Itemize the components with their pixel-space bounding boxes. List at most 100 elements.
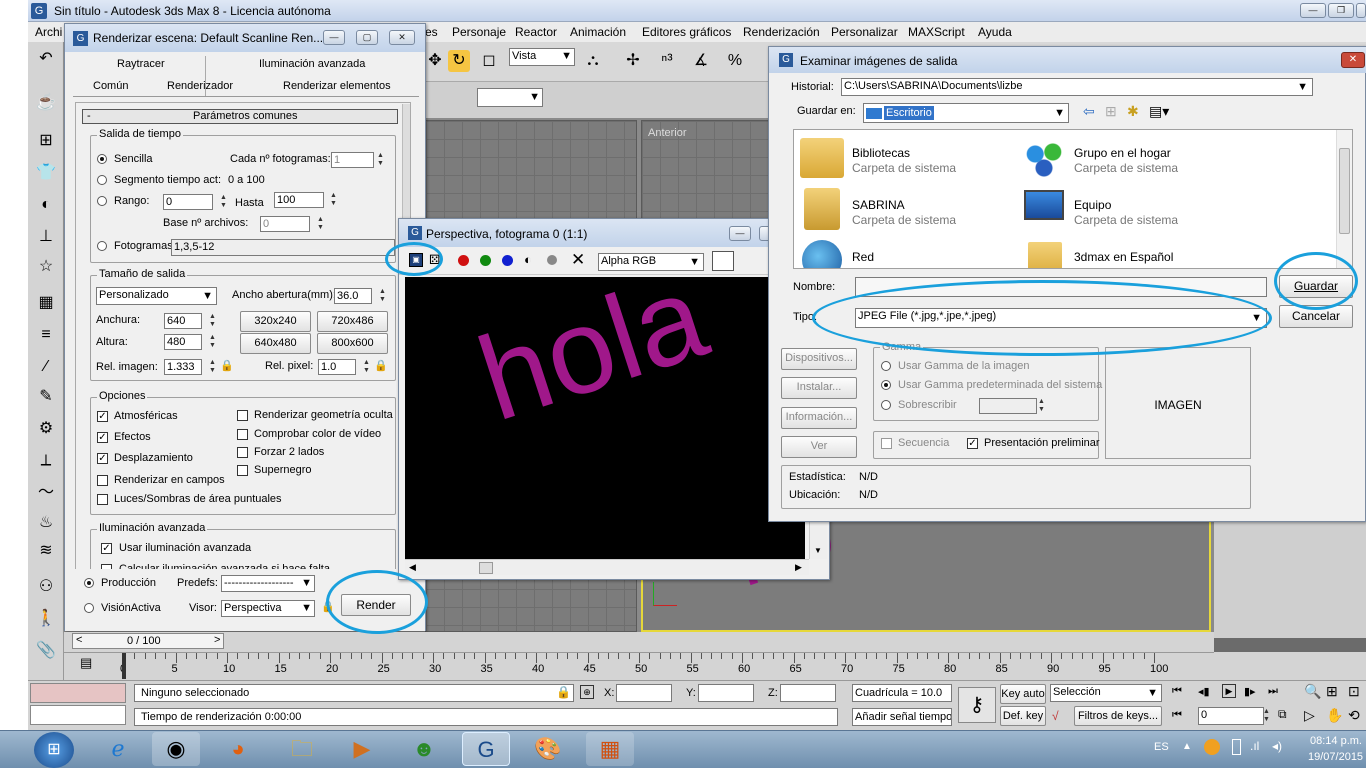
menu-renderizacion[interactable]: Renderización xyxy=(743,25,820,39)
shirt-icon[interactable]: 👕 xyxy=(35,162,57,184)
show-hidden-icons[interactable]: ▲ xyxy=(1182,741,1192,752)
aperture-field[interactable]: 36.0 xyxy=(334,288,372,304)
tripod-icon[interactable]: ⟂ xyxy=(35,450,57,472)
rango-to-field[interactable]: 100 xyxy=(274,192,324,208)
app-minimize-button[interactable]: — xyxy=(1300,3,1326,18)
bone-icon[interactable]: ∕ xyxy=(35,356,57,378)
image-ratio-spinner[interactable]: ▲ ▼ xyxy=(208,359,217,375)
key-auto-button[interactable]: Key auto xyxy=(1000,684,1046,704)
render-dialog-close-button[interactable]: ✕ xyxy=(389,30,415,45)
time-slider[interactable]: < 0 / 100 > xyxy=(72,633,224,649)
blue-channel-icon[interactable] xyxy=(502,255,513,266)
pixel-lock-icon[interactable]: 🔒 xyxy=(374,359,388,372)
checkbox-presentacion[interactable]: ✓ xyxy=(967,438,978,449)
checkbox-campos[interactable] xyxy=(97,475,108,486)
biped-icon[interactable]: ⚇ xyxy=(35,576,57,598)
battery-icon[interactable] xyxy=(1232,739,1241,755)
list-item[interactable]: Grupo en el hogar Carpeta de sistema xyxy=(1020,136,1280,182)
width-field[interactable]: 640 xyxy=(164,313,202,329)
z-field[interactable] xyxy=(780,684,836,702)
up-folder-icon[interactable]: ⊞ xyxy=(1105,103,1117,120)
add-time-tag[interactable]: Añadir señal tiempo xyxy=(852,708,952,726)
tray-app-icon[interactable] xyxy=(1204,739,1220,755)
3dsmax-task-icon[interactable]: G xyxy=(462,732,510,766)
view-menu-icon[interactable]: ▤▾ xyxy=(1149,103,1169,120)
radio-rango[interactable] xyxy=(97,196,107,206)
predefs-select[interactable]: ------------------- ▼ xyxy=(221,575,315,592)
menu-reactor[interactable]: Reactor xyxy=(515,25,557,39)
height-spinner[interactable]: ▲ ▼ xyxy=(208,334,217,350)
transform-mode-icon[interactable]: ⊕ xyxy=(580,685,594,699)
file-list-scroll-thumb[interactable] xyxy=(1339,148,1350,234)
aperture-spinner[interactable]: ▲ ▼ xyxy=(378,288,387,304)
back-icon[interactable]: ⇦ xyxy=(1083,103,1095,120)
radio-visionactiva[interactable] xyxy=(84,603,94,613)
current-frame-field[interactable]: 0 xyxy=(1198,707,1264,725)
maxscript-listener-pink[interactable] xyxy=(30,683,126,703)
checkbox-desplazamiento[interactable]: ✓ xyxy=(97,453,108,464)
informacion-button[interactable]: Información... xyxy=(781,407,857,429)
cada-spinner[interactable]: ▲ ▼ xyxy=(376,152,385,168)
tab-comun[interactable]: Común xyxy=(93,80,128,92)
menu-editores-graficos[interactable]: Editores gráficos xyxy=(642,25,731,39)
maxscript-listener-white[interactable] xyxy=(30,705,126,725)
percent-snap-icon[interactable]: % xyxy=(724,50,746,72)
window-task-icon[interactable]: ▦ xyxy=(586,732,634,766)
app-close-button[interactable] xyxy=(1356,3,1366,18)
waves-icon[interactable]: ≋ xyxy=(35,540,57,562)
next-frame-icon[interactable]: ▮▸ xyxy=(1244,685,1256,698)
clock-date[interactable]: 19/07/2015 xyxy=(1308,751,1363,763)
firefox-icon[interactable]: ◕ xyxy=(214,732,262,766)
zoom-icon[interactable]: 🔍 xyxy=(1304,683,1321,700)
list-item[interactable]: SABRINA Carpeta de sistema xyxy=(798,186,1018,232)
dispositivos-button[interactable]: Dispositivos... xyxy=(781,348,857,370)
cada-field[interactable]: 1 xyxy=(331,152,374,168)
media-player-icon[interactable]: ▶ xyxy=(338,732,386,766)
layers-icon[interactable]: ≡ xyxy=(35,324,57,346)
viewport-label[interactable]: Anterior xyxy=(648,127,687,139)
current-frame-spinner[interactable]: ▲ ▼ xyxy=(1262,708,1271,724)
base-field[interactable]: 0 xyxy=(260,216,310,232)
pan-hand-icon[interactable]: ✋ xyxy=(1326,707,1343,724)
historial-select[interactable]: C:\Users\SABRINA\Documents\lizbe ▼ xyxy=(841,78,1313,96)
width-spinner[interactable]: ▲ ▼ xyxy=(208,313,217,329)
menu-personaje[interactable]: Personaje xyxy=(452,25,506,39)
menu-animacion[interactable]: Animación xyxy=(570,25,626,39)
tab-raytracer[interactable]: Raytracer xyxy=(117,58,165,70)
monochrome-icon[interactable] xyxy=(547,255,557,265)
menu-archivo[interactable]: Archi xyxy=(35,25,62,39)
people-icon[interactable]: ☻ xyxy=(400,732,448,766)
curve-editor-icon[interactable]: ▤ xyxy=(80,655,92,671)
x-field[interactable] xyxy=(616,684,672,702)
list-item[interactable]: 3dmax en Español xyxy=(1020,236,1280,268)
alpha-channel-icon[interactable]: ◐ xyxy=(524,252,532,267)
green-channel-icon[interactable] xyxy=(480,255,491,266)
instalar-button[interactable]: Instalar... xyxy=(781,377,857,399)
set-key-icon[interactable]: √ xyxy=(1052,709,1059,723)
clip-icon[interactable]: 📎 xyxy=(35,640,57,662)
tab-renderizar-elementos[interactable]: Renderizar elementos xyxy=(283,80,391,92)
render-dialog-maximize-button[interactable]: ▢ xyxy=(356,30,378,45)
app-maximize-button[interactable]: ❐ xyxy=(1328,3,1354,18)
play-icon[interactable]: ▶ xyxy=(1222,684,1236,698)
key-mode-icon[interactable]: ⏮ xyxy=(1172,709,1182,722)
reference-coordinate-select[interactable]: Vista ▼ xyxy=(509,48,575,66)
checker-icon[interactable]: ▦ xyxy=(35,292,57,314)
radio-gamma-sistema[interactable] xyxy=(881,380,891,390)
paint-task-icon[interactable]: 🎨 xyxy=(524,732,572,766)
pivot-icon[interactable]: ⛬ xyxy=(582,50,604,72)
new-folder-icon[interactable]: ✱ xyxy=(1127,103,1139,120)
frame-hscroll-thumb[interactable] xyxy=(479,562,493,574)
rango-from-spinner[interactable]: ▲ ▼ xyxy=(219,194,228,210)
checkbox-atmosfericas[interactable]: ✓ xyxy=(97,411,108,422)
prev-frame-icon[interactable]: ◂▮ xyxy=(1198,685,1210,698)
menu-partial[interactable]: es xyxy=(425,25,438,39)
select-manipulate-icon[interactable]: ✢ xyxy=(622,50,644,72)
checkbox-usar-iluminacion[interactable]: ✓ xyxy=(101,543,112,554)
fotogramas-field[interactable]: 1,3,5-12 xyxy=(171,239,395,256)
signal-icon[interactable]: .ıl xyxy=(1250,739,1259,753)
walker-icon[interactable]: 🚶 xyxy=(35,608,57,630)
visor-select[interactable]: Perspectiva ▼ xyxy=(221,600,315,617)
star-icon[interactable]: ☆ xyxy=(35,256,57,278)
angle-snap-icon[interactable]: ∡ xyxy=(690,50,712,72)
